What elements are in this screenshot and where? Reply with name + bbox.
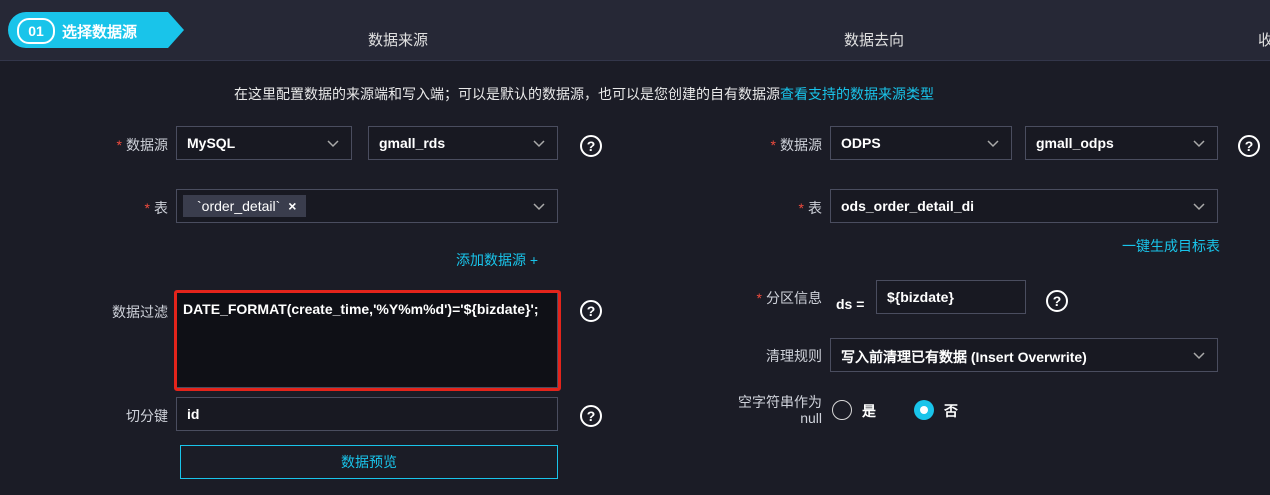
supported-types-link[interactable]: 查看支持的数据来源类型 bbox=[780, 86, 934, 102]
data-preview-button[interactable]: 数据预览 bbox=[180, 445, 558, 479]
required-asterisk: * bbox=[798, 200, 804, 216]
input-value: ${bizdate} bbox=[887, 289, 954, 305]
source-datasource-name-select[interactable]: gmall_rds bbox=[368, 126, 558, 160]
radio-no-label: 否 bbox=[944, 403, 958, 419]
select-value: 写入前清理已有数据 (Insert Overwrite) bbox=[841, 349, 1087, 365]
step-number-badge: 01 bbox=[17, 18, 55, 44]
help-icon[interactable]: ? bbox=[580, 405, 602, 427]
chevron-down-icon bbox=[533, 200, 545, 212]
highlight-box bbox=[174, 290, 561, 391]
help-icon[interactable]: ? bbox=[580, 300, 602, 322]
info-description: 在这里配置数据的来源端和写入端；可以是默认的数据源，也可以是您创建的自有数据源 bbox=[234, 86, 780, 102]
select-value: MySQL bbox=[187, 135, 236, 151]
required-asterisk: * bbox=[756, 290, 762, 306]
partition-label: * 分区信息 bbox=[756, 290, 822, 306]
step-partial[interactable]: 收 bbox=[1258, 29, 1270, 50]
partition-key: ds = bbox=[836, 296, 865, 312]
wizard-steps: 01 选择数据源 数据来源 数据去向 收 bbox=[0, 0, 1270, 61]
chevron-down-icon bbox=[987, 137, 999, 149]
clean-rule-select[interactable]: 写入前清理已有数据 (Insert Overwrite) bbox=[830, 338, 1218, 372]
info-text: 在这里配置数据的来源端和写入端；可以是默认的数据源，也可以是您创建的自有数据源查… bbox=[234, 84, 934, 104]
source-datasource-label: * 数据源 bbox=[116, 137, 168, 153]
chevron-down-icon bbox=[533, 137, 545, 149]
help-icon[interactable]: ? bbox=[1238, 135, 1260, 157]
radio-yes[interactable] bbox=[832, 400, 852, 420]
partition-value-input[interactable]: ${bizdate} bbox=[876, 280, 1026, 314]
help-icon[interactable]: ? bbox=[580, 135, 602, 157]
step-source[interactable]: 数据来源 bbox=[368, 29, 428, 50]
source-table-select[interactable]: `order_detail` × bbox=[176, 189, 558, 223]
radio-no[interactable] bbox=[914, 400, 934, 420]
required-asterisk: * bbox=[116, 137, 122, 153]
help-icon[interactable]: ? bbox=[1046, 290, 1068, 312]
step-label-active: 选择数据源 bbox=[62, 24, 138, 41]
select-value: ods_order_detail_di bbox=[841, 198, 975, 214]
step-select-datasource[interactable]: 01 选择数据源 bbox=[8, 12, 184, 48]
target-datasource-type-select[interactable]: ODPS bbox=[830, 126, 1012, 160]
select-value: ODPS bbox=[841, 135, 881, 151]
clean-rule-label: 清理规则 bbox=[766, 348, 822, 364]
target-table-select[interactable]: ods_order_detail_di bbox=[830, 189, 1218, 223]
step-target[interactable]: 数据去向 bbox=[844, 29, 904, 50]
required-asterisk: * bbox=[770, 137, 776, 153]
table-tag: `order_detail` × bbox=[183, 195, 307, 217]
select-value: gmall_odps bbox=[1036, 135, 1114, 151]
chevron-down-icon bbox=[1193, 200, 1205, 212]
target-datasource-name-select[interactable]: gmall_odps bbox=[1025, 126, 1218, 160]
radio-yes-label: 是 bbox=[862, 403, 876, 419]
table-tag-label: `order_detail` bbox=[197, 198, 281, 214]
split-key-input[interactable]: id bbox=[176, 397, 558, 431]
chevron-down-icon bbox=[1193, 137, 1205, 149]
chevron-down-icon bbox=[327, 137, 339, 149]
source-table-label: * 表 bbox=[144, 200, 168, 216]
select-value: gmall_rds bbox=[379, 135, 446, 151]
filter-label: 数据过滤 bbox=[112, 304, 168, 320]
chevron-down-icon bbox=[1193, 349, 1205, 361]
create-target-table-link[interactable]: 一键生成目标表 bbox=[1122, 236, 1220, 256]
empty-string-label-line2: null bbox=[800, 410, 822, 426]
required-asterisk: * bbox=[144, 200, 150, 216]
target-datasource-label: * 数据源 bbox=[770, 137, 822, 153]
source-datasource-type-select[interactable]: MySQL bbox=[176, 126, 352, 160]
empty-string-label-line1: 空字符串作为 bbox=[738, 394, 822, 410]
close-icon[interactable]: × bbox=[288, 198, 296, 214]
target-table-label: * 表 bbox=[798, 200, 822, 216]
input-value: id bbox=[187, 406, 200, 422]
add-datasource-link[interactable]: 添加数据源 + bbox=[456, 250, 538, 270]
split-key-label: 切分键 bbox=[126, 408, 168, 424]
